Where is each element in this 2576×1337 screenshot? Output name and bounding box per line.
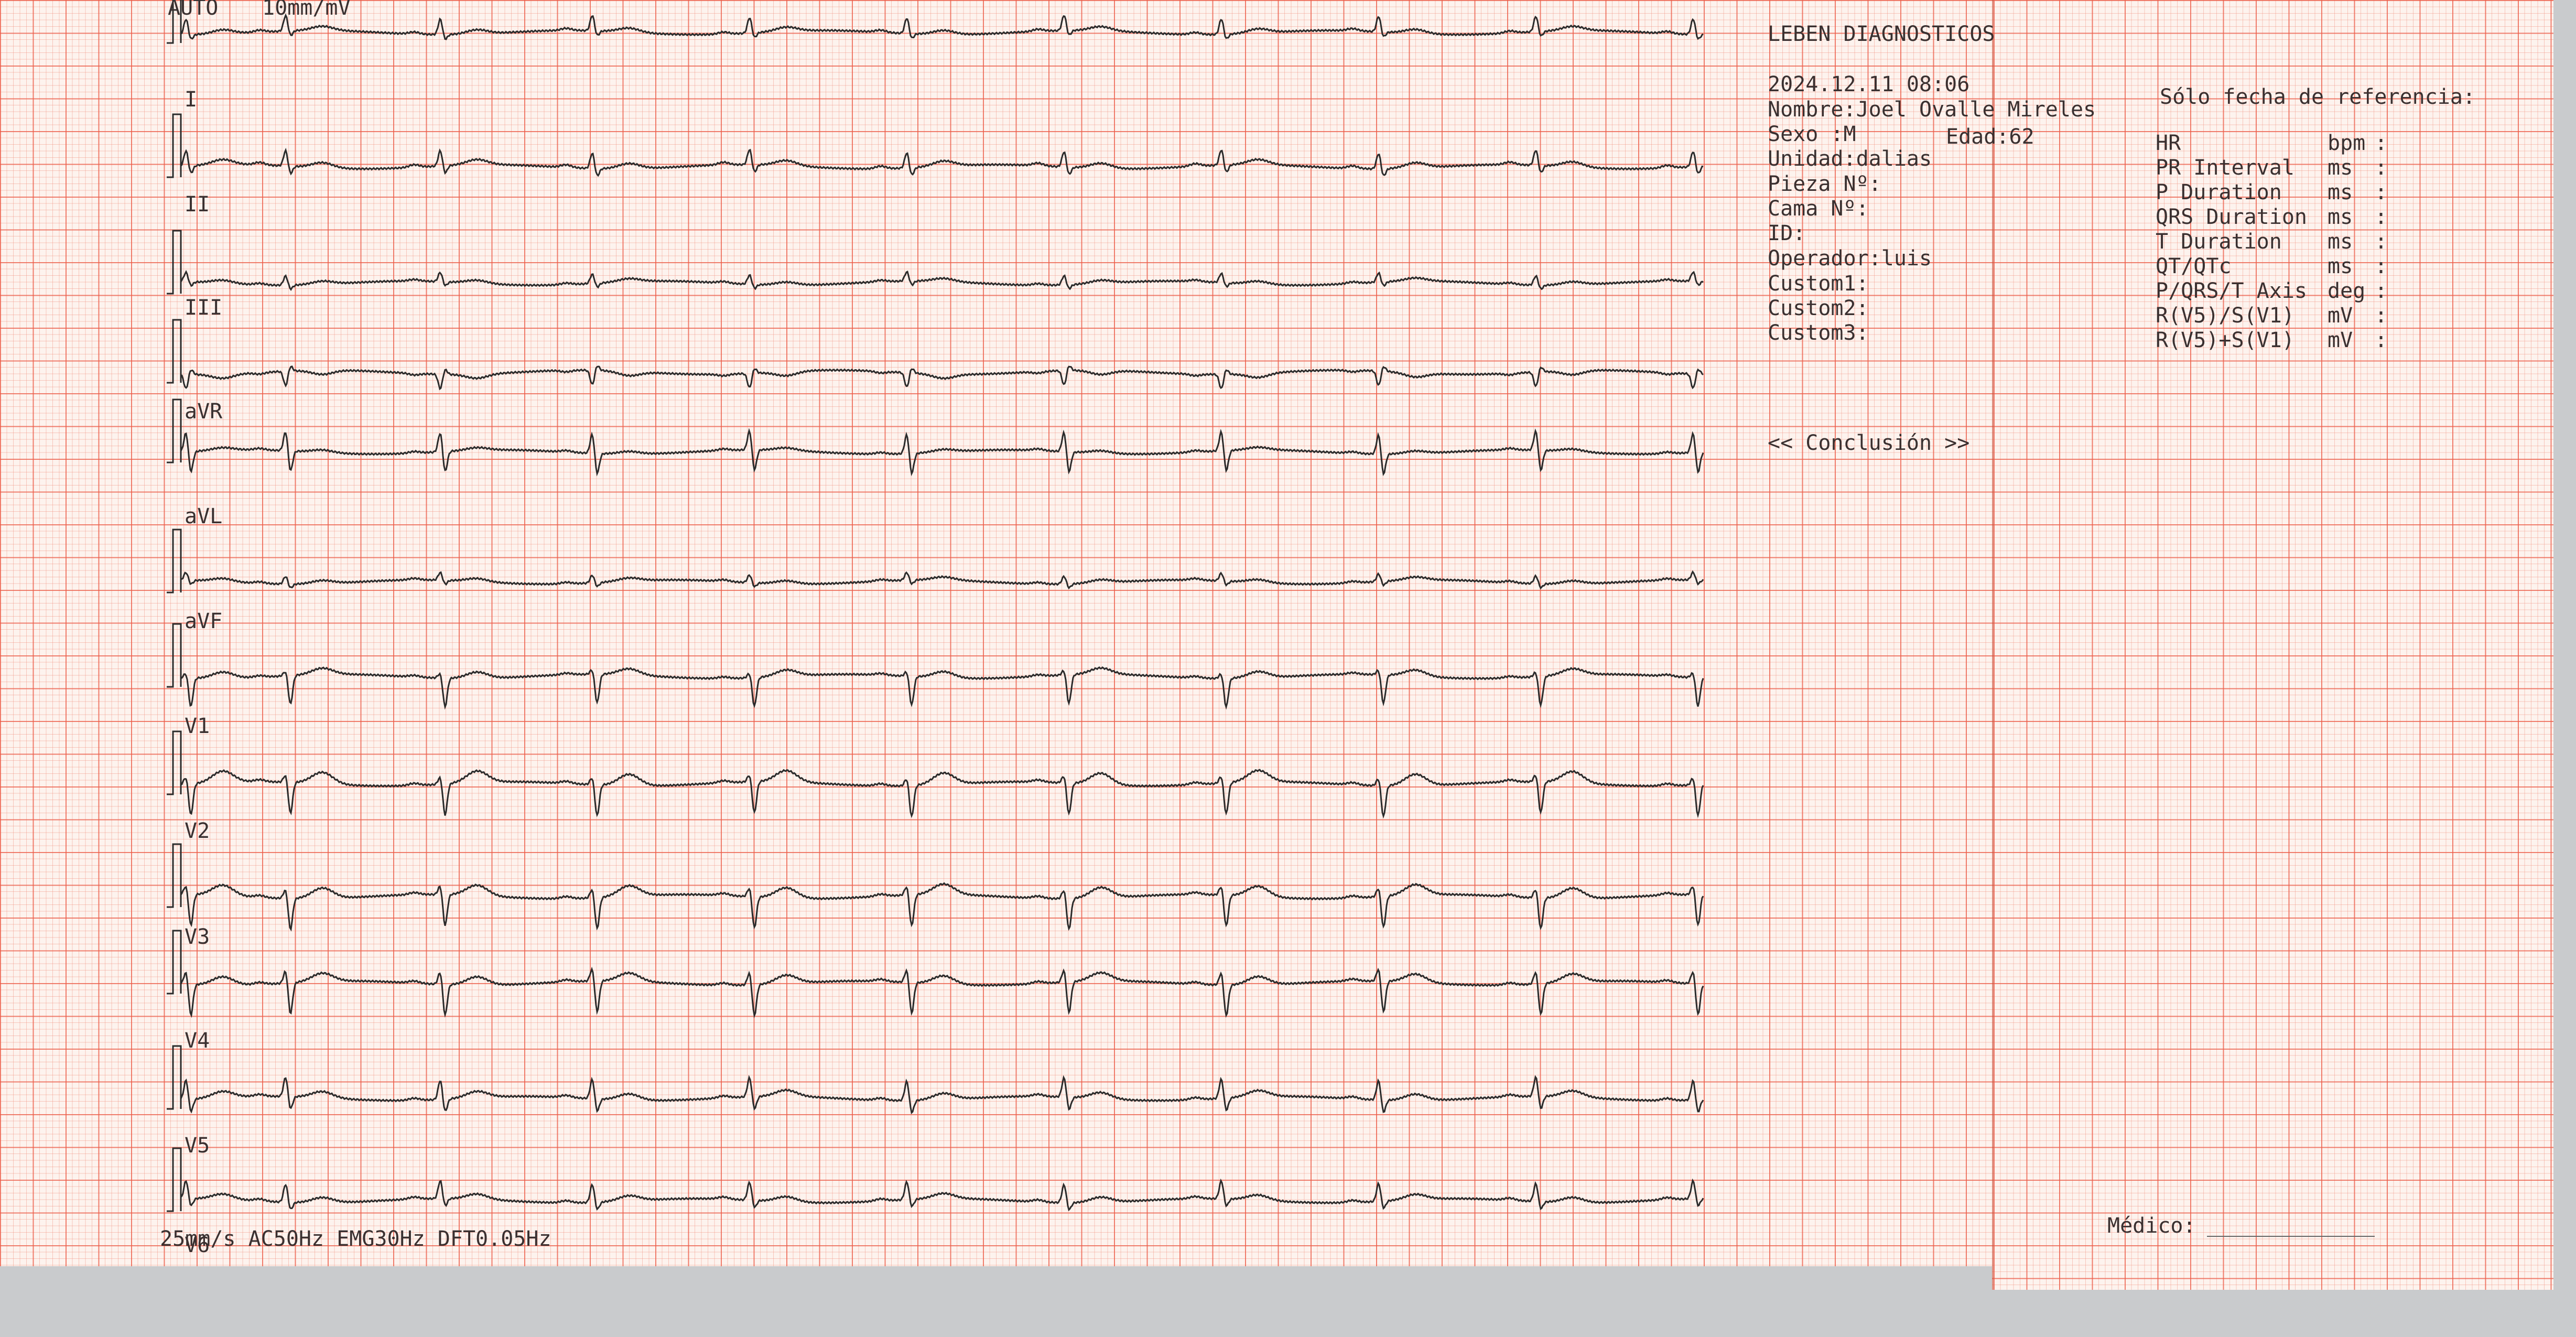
measurement-value: : [2375,279,2388,303]
measurement-unit: ms [2328,180,2353,204]
measurement-label: P Duration [2156,180,2282,204]
lead-label-avr: aVR [185,400,223,424]
calibration-pulse [167,529,182,594]
gain-label: 10mm/mV [262,0,351,20]
lead-label-avf: aVF [185,609,223,633]
lead-label-ii: II [185,192,210,217]
calibration-pulse [167,1147,182,1212]
ecg-traces [167,0,1704,1212]
measurement-value: : [2375,328,2388,352]
custom1: Custom1: [1768,272,1869,296]
calibration-pulse [167,843,182,908]
measurement-label: QT/QTc [2156,254,2232,278]
custom2: Custom2: [1768,296,1869,320]
measurement-value: : [2375,230,2388,254]
patient-unit: Unidad:dalias [1768,147,1932,171]
ecg-trace-v5 [180,1075,1704,1115]
ecg-trace-i [180,13,1704,40]
mode-label: AUTO [168,0,219,20]
measurement-label: HR [2156,131,2181,155]
ecg-trace-ii [180,147,1704,177]
measurement-value: : [2375,156,2388,180]
measurement-unit: deg [2328,279,2366,303]
ecg-trace-avf [180,570,1704,590]
patient-sex: Sexo :M [1768,122,1856,146]
calibration-pulse [167,319,182,384]
measurement-label: PR Interval [2156,156,2294,180]
ecg-trace-v6 [180,1178,1704,1212]
patient-age: Edad:62 [1946,125,2034,149]
measurement-value: : [2375,180,2388,204]
calibration-pulse [167,1045,182,1110]
lead-label-v5: V5 [185,1134,210,1158]
measurement-unit: bpm [2328,131,2366,155]
measurement-value: : [2375,131,2388,155]
measurement-label: R(V5)+S(V1) [2156,328,2294,352]
doctor-label: Médico: [2107,1214,2196,1238]
measurement-unit: ms [2328,230,2353,254]
lead-label-iii: III [185,296,223,320]
patient-room: Pieza Nº: [1768,172,1881,196]
custom3: Custom3: [1768,321,1869,345]
lead-label-i: I [185,88,198,112]
measurement-label: T Duration [2156,230,2282,254]
calibration-pulse [167,398,182,463]
footer-settings: 25mm/s AC50Hz EMG30Hz DFT0.05Hz [160,1227,551,1251]
measurement-label: QRS Duration [2156,205,2307,229]
measurement-unit: ms [2328,205,2353,229]
measurement-unit: mV [2328,328,2353,352]
ecg-trace-v1 [180,666,1704,710]
ecg-trace-v3 [180,882,1704,932]
patient-name: Nombre:Joel Ovalle Mireles [1768,98,2096,122]
measurement-unit: mV [2328,304,2353,328]
lead-label-v3: V3 [185,925,210,949]
lead-label-v4: V4 [185,1029,210,1053]
calibration-pulse [167,230,182,295]
operator: Operador:luis [1768,246,1932,271]
measurements-title: Sólo fecha de referencia: [2160,85,2476,109]
lead-label-v2: V2 [185,819,210,843]
ecg-trace-v4 [180,966,1704,1019]
measurement-value: : [2375,254,2388,278]
calibration-pulse [167,930,182,995]
measurement-value: : [2375,304,2388,328]
institution: LEBEN DIAGNOSTICOS [1768,22,1995,46]
patient-bed: Cama Nº: [1768,197,1869,221]
doctor-signature-line [2207,1236,2375,1237]
calibration-pulse [167,113,182,178]
lead-label-v6: V6 [185,1233,210,1257]
patient-id: ID: [1768,221,1806,245]
conclusion-heading: << Conclusión >> [1768,431,1970,455]
calibration-pulse [167,623,182,688]
measurement-label: R(V5)/S(V1) [2156,304,2294,328]
lead-label-avl: aVL [185,504,223,529]
measurement-unit: ms [2328,156,2353,180]
datetime: 2024.12.11 08:06 [1768,72,1970,96]
calibration-pulse [167,730,182,795]
measurement-label: P/QRS/T Axis [2156,279,2307,303]
ecg-trace-iii [180,270,1704,291]
ecg-trace-v2 [180,769,1704,819]
ecg-trace-avl [180,428,1704,477]
lead-label-v1: V1 [185,714,210,738]
measurement-value: : [2375,205,2388,229]
ecg-trace-avr [180,365,1704,391]
measurement-unit: ms [2328,254,2353,278]
